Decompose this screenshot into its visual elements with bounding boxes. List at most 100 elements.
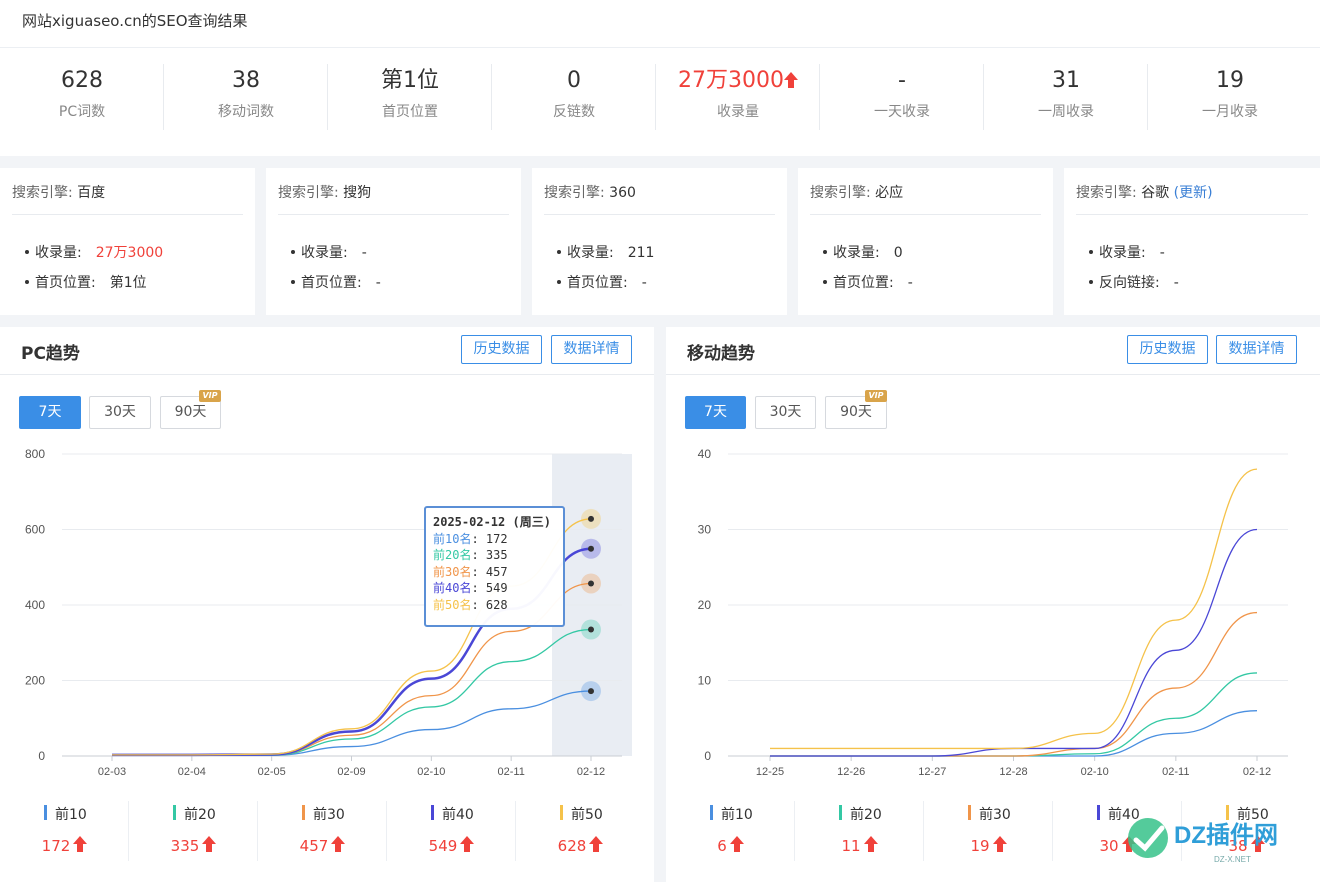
range-90d-label: 90天 xyxy=(174,404,207,420)
row-label: 收录量: xyxy=(833,245,880,261)
legend-value-text: 172 xyxy=(41,837,71,855)
stat-value-text: 19 xyxy=(1216,68,1244,93)
legend-value-text: 628 xyxy=(557,837,587,855)
engine-prefix: 搜索引擎: xyxy=(810,185,871,201)
bullet-icon xyxy=(823,250,827,254)
y-tick-label: 400 xyxy=(25,598,45,612)
legend-value: 457 xyxy=(258,836,387,855)
stat-1: 38 移动词数 xyxy=(164,64,328,130)
stat-value: 31 xyxy=(984,64,1148,98)
stat-value-text: 第1位 xyxy=(381,68,439,93)
x-tick-label: 02-09 xyxy=(337,766,365,778)
legend-value-text: 457 xyxy=(299,837,329,855)
data-point xyxy=(588,626,594,633)
legend-swatch xyxy=(302,805,305,820)
page-title: 网站xiguaseo.cn的SEO查询结果 xyxy=(22,12,248,30)
y-tick-label: 30 xyxy=(698,523,712,537)
legend-item[interactable]: 前20 335 xyxy=(129,797,258,872)
legend-item[interactable]: 前20 11 xyxy=(795,797,924,872)
data-detail-button[interactable]: 数据详情 xyxy=(551,335,632,364)
stat-value-text: 628 xyxy=(61,68,103,93)
tooltip-colon: : xyxy=(471,531,486,546)
up-arrow-icon xyxy=(992,836,1007,852)
range-7d-tab[interactable]: 7天 xyxy=(19,396,81,429)
row-label: 收录量: xyxy=(301,245,348,261)
legend-value: 628 xyxy=(516,836,645,855)
legend-item[interactable]: 前30 457 xyxy=(258,797,387,872)
x-tick-label: 02-11 xyxy=(498,766,525,778)
legend-name: 前50 xyxy=(571,807,603,823)
legend-value: 6 xyxy=(666,836,795,855)
legend-name: 前10 xyxy=(721,807,753,823)
series-line-5 xyxy=(770,468,1258,750)
row-value: - xyxy=(375,275,381,291)
legend-swatch xyxy=(968,805,971,820)
series-line-4 xyxy=(770,528,1258,757)
history-data-button[interactable]: 历史数据 xyxy=(461,335,542,364)
mobile-trend-chart[interactable]: 0 10 20 30 40 12-25 12-26 12-27 12-28 02-10 02-11 0… xyxy=(666,442,1320,792)
stat-6: 31 一周收录 xyxy=(984,64,1148,130)
range-30d-tab[interactable]: 30天 xyxy=(755,396,816,429)
bullet-icon xyxy=(823,280,827,284)
legend-item[interactable]: 前50 628 xyxy=(516,797,645,872)
engine-header: 搜索引擎: 谷歌 (更新) xyxy=(1076,182,1308,215)
x-tick-label: 02-04 xyxy=(178,766,206,778)
legend-item[interactable]: 前10 6 xyxy=(666,797,795,872)
tooltip-row: 前20名: 335 xyxy=(433,547,556,564)
stat-label: PC词数 xyxy=(58,104,106,120)
stat-label: 首页位置 xyxy=(382,104,438,120)
range-90d-tab[interactable]: 90天 VIP xyxy=(160,390,221,429)
tooltip-row: 前30名: 457 xyxy=(433,564,556,581)
engine-card: 搜索引擎: 谷歌 (更新) 收录量: - 反向链接: - xyxy=(1064,168,1320,315)
range-90d-tab[interactable]: 90天 VIP xyxy=(825,390,887,429)
y-tick-label: 20 xyxy=(698,598,712,612)
legend-swatch xyxy=(839,805,842,820)
history-data-button[interactable]: 历史数据 xyxy=(1127,335,1208,364)
legend-name: 前10 xyxy=(55,807,87,823)
up-arrow-icon xyxy=(783,72,798,88)
tooltip-value: 628 xyxy=(485,597,508,612)
engine-row: 收录量: 0 xyxy=(823,242,903,262)
range-7d-tab[interactable]: 7天 xyxy=(685,396,746,429)
stat-4: 27万3000 收录量 xyxy=(656,64,820,130)
legend-item[interactable]: 前40 549 xyxy=(387,797,516,872)
engine-card: 搜索引擎: 360 收录量: 211 首页位置: - xyxy=(532,168,787,315)
stat-value-text: 31 xyxy=(1052,68,1080,93)
legend-value-text: 11 xyxy=(841,837,861,855)
row-label: 首页位置: xyxy=(35,275,96,291)
stat-value-text: 27万3000 xyxy=(678,68,784,93)
legend-item[interactable]: 前30 19 xyxy=(924,797,1053,872)
legend-swatch xyxy=(431,805,434,820)
tooltip-colon: : xyxy=(471,564,486,579)
engine-row: 收录量: 211 xyxy=(557,242,654,262)
stat-2: 第1位首页位置 xyxy=(328,64,492,130)
legend-value-text: 30 xyxy=(1099,837,1119,855)
legend-value-text: 19 xyxy=(970,837,990,855)
watermark-sub: DZ-X.NET xyxy=(1214,855,1251,864)
legend-item[interactable]: 前10 172 xyxy=(0,797,129,872)
legend-name: 前40 xyxy=(442,807,474,823)
engine-row: 收录量: 27万3000 xyxy=(25,242,163,262)
engine-name: 谷歌 xyxy=(1141,185,1170,201)
up-arrow-icon xyxy=(460,836,475,852)
row-value: - xyxy=(1159,245,1165,261)
range-30d-tab[interactable]: 30天 xyxy=(89,396,151,429)
panel-title: PC趋势 xyxy=(21,344,80,364)
data-detail-button[interactable]: 数据详情 xyxy=(1216,335,1297,364)
mobile-trend-panel: 移动趋势 历史数据 数据详情 7天 30天 90天 VIP 0 10 20 30 40 1… xyxy=(666,327,1320,882)
stat-value: 38 xyxy=(164,64,328,98)
stat-value: 0 xyxy=(492,64,656,98)
legend-name: 前30 xyxy=(979,807,1011,823)
tooltip-series: 前30名 xyxy=(433,564,472,579)
stat-value: 19 xyxy=(1148,64,1312,98)
vip-badge: VIP xyxy=(865,390,887,402)
stat-label: 一天收录 xyxy=(874,104,930,120)
x-tick-label: 12-25 xyxy=(756,766,784,778)
update-link[interactable]: (更新) xyxy=(1174,185,1213,201)
bullet-icon xyxy=(557,280,561,284)
y-tick-label: 0 xyxy=(38,749,45,763)
up-arrow-icon xyxy=(729,836,744,852)
up-arrow-icon xyxy=(331,836,346,852)
engine-card: 搜索引擎: 必应 收录量: 0 首页位置: - xyxy=(798,168,1053,315)
stat-value: - xyxy=(820,64,984,98)
